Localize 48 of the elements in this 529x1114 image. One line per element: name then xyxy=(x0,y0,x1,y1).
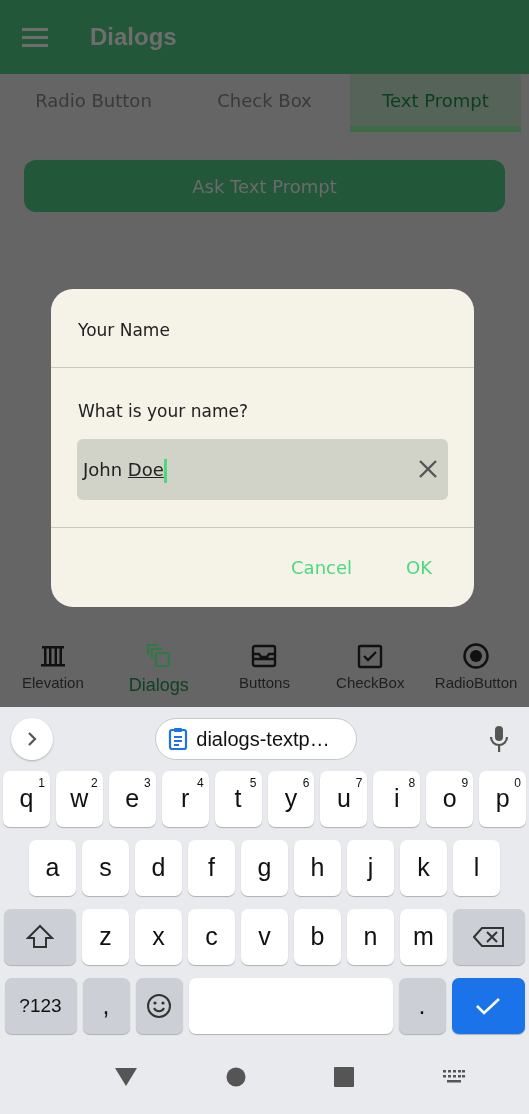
home-icon[interactable] xyxy=(225,1067,246,1087)
symbols-key[interactable]: ?123 xyxy=(4,978,77,1034)
input-field[interactable]: John Doe xyxy=(83,455,167,483)
enter-key[interactable] xyxy=(451,978,525,1034)
microphone-icon[interactable] xyxy=(487,725,511,753)
suggestion-text[interactable]: dialogs-textp… xyxy=(196,724,330,754)
key[interactable]: t 5 xyxy=(214,771,262,827)
recents-icon[interactable] xyxy=(333,1067,356,1087)
check-icon xyxy=(475,996,501,1016)
clipboard-suggestion-chip[interactable]: dialogs-textp… xyxy=(155,718,357,760)
key[interactable]: d xyxy=(135,840,182,896)
key[interactable]: n xyxy=(347,909,394,965)
key[interactable]: h xyxy=(294,840,341,896)
shift-key[interactable] xyxy=(4,909,76,965)
emoji-key[interactable] xyxy=(135,978,183,1034)
key[interactable]: b xyxy=(294,909,341,965)
tray-icon[interactable] xyxy=(250,642,279,670)
key[interactable]: , xyxy=(82,978,130,1034)
dialog-message: What is your name? xyxy=(78,401,248,421)
key[interactable]: l xyxy=(453,840,500,896)
key[interactable]: z xyxy=(82,909,129,965)
key[interactable]: j xyxy=(347,840,394,896)
key[interactable]: s xyxy=(82,840,129,896)
key[interactable]: c xyxy=(188,909,235,965)
backspace-icon xyxy=(473,926,505,948)
key[interactable]: r 4 xyxy=(161,771,209,827)
checkbox-icon[interactable] xyxy=(356,642,385,670)
smiley-icon xyxy=(146,993,172,1019)
clipboard-icon xyxy=(168,727,189,751)
key[interactable]: i 8 xyxy=(373,771,421,827)
close-icon[interactable] xyxy=(418,459,438,479)
key[interactable]: a xyxy=(29,840,76,896)
radio-icon[interactable] xyxy=(462,642,491,670)
key[interactable]: y 6 xyxy=(267,771,315,827)
keyboard-icon[interactable] xyxy=(443,1070,466,1084)
dialog-title: Your Name xyxy=(78,320,170,340)
key[interactable]: f xyxy=(188,840,235,896)
back-icon[interactable] xyxy=(113,1067,138,1087)
key[interactable]: g xyxy=(241,840,288,896)
shift-icon xyxy=(26,924,54,950)
key[interactable]: . xyxy=(398,978,446,1034)
key[interactable]: v xyxy=(241,909,288,965)
backspace-key[interactable] xyxy=(453,909,525,965)
key[interactable]: x xyxy=(135,909,182,965)
key[interactable]: m xyxy=(400,909,447,965)
app-title: Dialogs xyxy=(90,22,177,52)
chevron-icon xyxy=(26,731,38,747)
key[interactable]: k xyxy=(400,840,447,896)
